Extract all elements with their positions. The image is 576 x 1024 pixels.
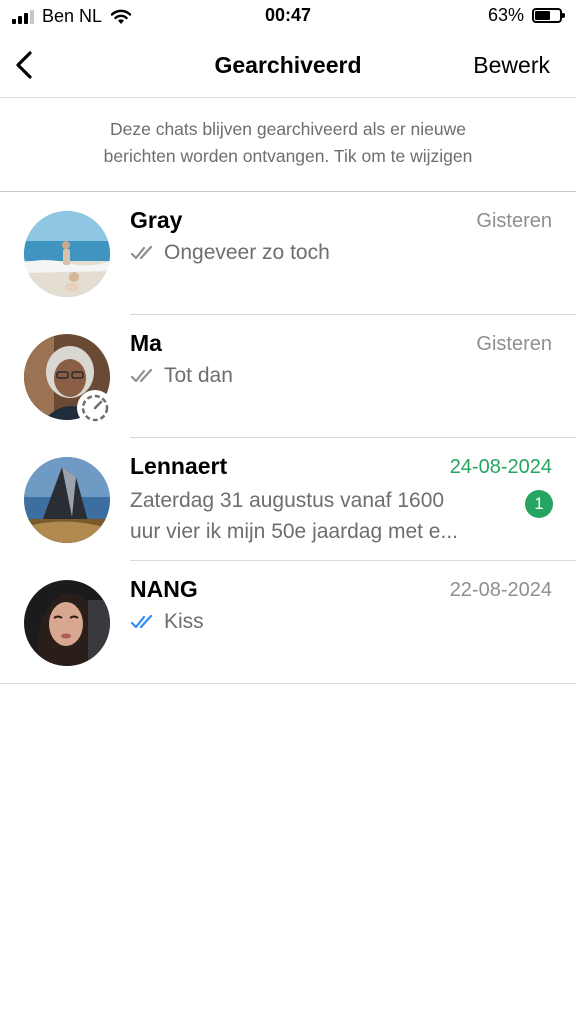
chat-time: Gisteren <box>476 210 552 232</box>
chat-name: NANG <box>130 576 198 602</box>
chat-time: 24-08-2024 <box>449 456 552 478</box>
double-check-icon <box>130 368 153 383</box>
chat-list: Gray Gisteren Ongeveer zo toch Ma Gister… <box>0 192 576 684</box>
chat-preview-line-2: uur vier ik mijn 50e jaardag met e... <box>130 520 458 543</box>
chat-time: Gisteren <box>476 333 552 355</box>
edit-button[interactable]: Bewerk <box>473 52 550 79</box>
chat-time: 22-08-2024 <box>449 579 552 601</box>
status-bar: Ben NL 00:47 63% <box>0 0 576 34</box>
info-line-1: Deze chats blijven gearchiveerd als er n… <box>109 119 467 139</box>
chat-row-ma[interactable]: Ma Gisteren Tot dan <box>0 315 576 438</box>
chat-row-gray[interactable]: Gray Gisteren Ongeveer zo toch <box>0 192 576 315</box>
battery-icon <box>532 8 565 23</box>
chat-preview: Ongeveer zo toch <box>164 241 330 264</box>
status-ring-icon <box>77 390 113 426</box>
chat-preview-line-1: Zaterdag 31 augustus vanaf 1600 <box>130 489 445 512</box>
chat-name: Lennaert <box>130 453 228 479</box>
info-line-2: berichten worden ontvangen. Tik om te wi… <box>103 146 473 166</box>
chat-preview: Tot dan <box>164 364 233 387</box>
avatar <box>24 580 110 666</box>
avatar <box>24 211 110 297</box>
archive-info-text[interactable]: Deze chats blijven gearchiveerd als er n… <box>0 98 576 192</box>
battery-percent: 63% <box>487 5 524 25</box>
chat-row-lennaert[interactable]: Lennaert 24-08-2024 Zaterdag 31 augustus… <box>0 438 576 561</box>
avatar <box>24 457 110 543</box>
double-check-icon <box>130 245 153 260</box>
divider <box>0 683 576 684</box>
chat-name: Gray <box>130 207 183 233</box>
double-check-blue-icon <box>130 614 153 629</box>
unread-badge: 1 <box>525 490 553 518</box>
chat-name: Ma <box>130 330 162 356</box>
nav-bar: Gearchiveerd Bewerk <box>0 34 576 98</box>
chat-preview: Kiss <box>164 610 204 633</box>
chat-row-nang[interactable]: NANG 22-08-2024 Kiss <box>0 561 576 684</box>
